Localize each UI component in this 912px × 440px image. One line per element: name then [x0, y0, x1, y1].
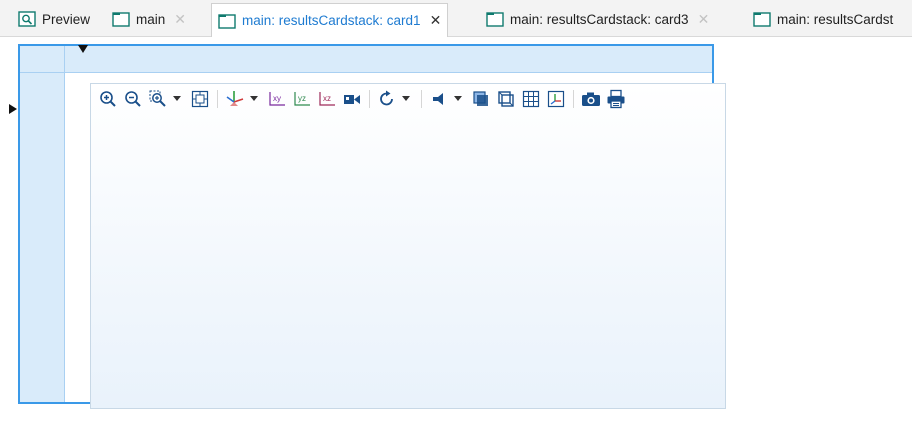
wireframe-icon[interactable]: [495, 88, 517, 110]
zoom-extents-icon[interactable]: [189, 88, 211, 110]
toolbar-separator: [573, 90, 574, 108]
graphics-toolbar: xy yz xz: [97, 87, 630, 111]
zoom-box-icon[interactable]: [147, 88, 169, 110]
tab-label: main: resultsCardstack: card1: [242, 13, 421, 28]
row-marker-icon[interactable]: [9, 104, 17, 114]
toolbar-separator: [217, 90, 218, 108]
graphics-plot-card[interactable]: xy yz xz: [90, 83, 726, 409]
chevron-down-icon[interactable]: [249, 88, 259, 110]
row-header[interactable]: [20, 46, 65, 402]
cardstack-grid[interactable]: xy yz xz: [18, 44, 726, 409]
xz-plane-icon[interactable]: xz: [316, 88, 338, 110]
folder-icon: [112, 11, 130, 27]
scene-light-icon[interactable]: [428, 88, 450, 110]
folder-icon: [486, 11, 504, 27]
svg-text:yz: yz: [298, 94, 306, 103]
tab-results-card-truncated[interactable]: main: resultsCardst: [747, 4, 899, 34]
chevron-down-icon[interactable]: [453, 88, 463, 110]
folder-icon: [753, 11, 771, 27]
close-icon[interactable]: ✕: [698, 11, 710, 28]
transparency-icon[interactable]: [470, 88, 492, 110]
grid-icon[interactable]: [520, 88, 542, 110]
axis-orientation-icon[interactable]: [224, 88, 246, 110]
grid-corner: [20, 46, 65, 73]
xy-plane-icon[interactable]: xy: [266, 88, 288, 110]
tab-preview[interactable]: Preview: [12, 4, 96, 34]
yz-plane-icon[interactable]: yz: [291, 88, 313, 110]
axis-triad-icon[interactable]: [545, 88, 567, 110]
tab-bar: Preview main ✕ main: resultsCardstack: c…: [0, 0, 912, 37]
tab-label: main: [136, 11, 166, 27]
toolbar-separator: [421, 90, 422, 108]
zoom-out-icon[interactable]: [122, 88, 144, 110]
tab-main[interactable]: main ✕: [106, 4, 192, 34]
svg-text:xy: xy: [273, 94, 281, 103]
preview-icon: [18, 11, 36, 27]
tab-label: main: resultsCardst: [777, 11, 894, 27]
folder-icon: [218, 13, 236, 29]
toolbar-separator: [369, 90, 370, 108]
tab-results-card3[interactable]: main: resultsCardstack: card3 ✕: [480, 4, 715, 34]
close-icon[interactable]: ✕: [174, 11, 186, 28]
chevron-down-icon[interactable]: [172, 88, 182, 110]
camera-view-icon[interactable]: [341, 88, 363, 110]
column-marker-icon[interactable]: [78, 45, 88, 53]
tab-label: Preview: [42, 11, 91, 27]
tab-label: main: resultsCardstack: card3: [510, 11, 689, 27]
tab-results-card1[interactable]: main: resultsCardstack: card1 ✕: [211, 3, 449, 37]
column-header[interactable]: [20, 46, 712, 73]
snapshot-camera-icon[interactable]: [580, 88, 602, 110]
zoom-in-icon[interactable]: [97, 88, 119, 110]
chevron-down-icon[interactable]: [401, 88, 411, 110]
svg-text:xz: xz: [323, 94, 331, 103]
close-icon[interactable]: ✕: [430, 12, 442, 29]
print-icon[interactable]: [605, 88, 627, 110]
rotate-icon[interactable]: [376, 88, 398, 110]
editor-canvas: xy yz xz: [0, 37, 912, 440]
